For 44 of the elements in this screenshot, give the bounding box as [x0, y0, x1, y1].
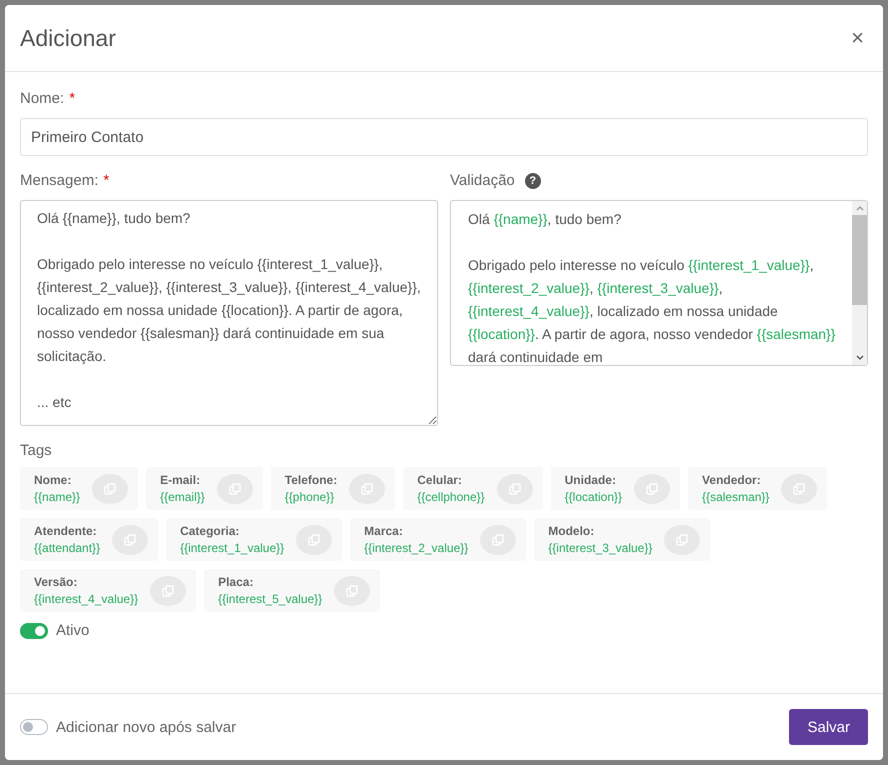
close-button[interactable]: ×: [847, 25, 868, 51]
tag-value: {{cellphone}}: [417, 490, 485, 504]
scroll-down-icon[interactable]: [856, 355, 864, 361]
help-icon[interactable]: ?: [524, 172, 541, 188]
validation-preview: Olá {{name}}, tudo bem? Obrigado pelo interesse no veículo {{interest_1_value}}, {{interest_2_value}}, {{interest_3_value}}, {{interest_4_value}}, localizado em nossa unidade {{location}}. A partir de agora, nosso vendedor {{salesman}} dará continuidade em: [450, 200, 868, 366]
tag-value: {{name}}: [34, 490, 80, 504]
tag-value: {{interest_4_value}}: [34, 592, 138, 606]
tag-value: {{interest_5_value}}: [218, 592, 322, 606]
tag-label: Categoria:: [180, 524, 240, 538]
tag-value: {{phone}}: [284, 490, 336, 504]
tag-label: E-mail:: [160, 473, 202, 487]
message-label: Mensagem:: [20, 172, 98, 189]
tag-value: {{attendant}}: [34, 541, 100, 555]
name-label: Nome:: [20, 90, 64, 107]
scrollbar[interactable]: [852, 201, 867, 365]
tag-label: Versão:: [34, 575, 78, 589]
scroll-up-icon[interactable]: [856, 205, 864, 211]
save-button[interactable]: Salvar: [789, 709, 868, 745]
tag-label: Vendedor:: [702, 473, 762, 487]
tag-value: {{interest_1_value}}: [180, 541, 284, 555]
tag-label: Placa:: [218, 575, 254, 589]
tag-value: {{email}}: [160, 490, 205, 504]
tag-value: {{salesman}}: [702, 490, 770, 504]
tag-value: {{interest_3_value}}: [548, 541, 652, 555]
active-label: Ativo: [56, 622, 90, 639]
tag-label: Atendente:: [34, 524, 98, 538]
tag-value: {{interest_2_value}}: [364, 541, 468, 555]
tag-value: {{location}}: [564, 490, 622, 504]
required-mark: *: [103, 172, 110, 189]
dialog-title: Adicionar: [20, 24, 116, 52]
tag-label: Modelo:: [548, 524, 596, 538]
tag-label: Nome:: [34, 473, 72, 487]
active-toggle[interactable]: [20, 622, 48, 638]
add-new-label: Adicionar novo após salvar: [56, 718, 236, 736]
validation-label: Validação: [450, 172, 515, 189]
tag-label: Celular:: [417, 473, 463, 487]
tag-label: Telefone:: [284, 473, 338, 487]
tags-label: Tags: [20, 442, 53, 459]
required-mark: *: [69, 90, 76, 107]
add-new-toggle[interactable]: [20, 719, 48, 735]
message-field[interactable]: Olá {{name}}, tudo bem? Obrigado pelo interesse no veículo {{interest_1_value}}, {{interest_2_value}}, {{interest_3_value}}, {{interest_4_value}}, localizado em nossa unidade {{location}}. A partir de agora, nosso vendedor {{salesman}} dará continuidade em sua solicitação. ... etc: [20, 200, 438, 426]
name-field[interactable]: Primeiro Contato: [20, 118, 868, 156]
tag-label: Unidade:: [564, 473, 617, 487]
tag-label: Marca:: [364, 524, 404, 538]
